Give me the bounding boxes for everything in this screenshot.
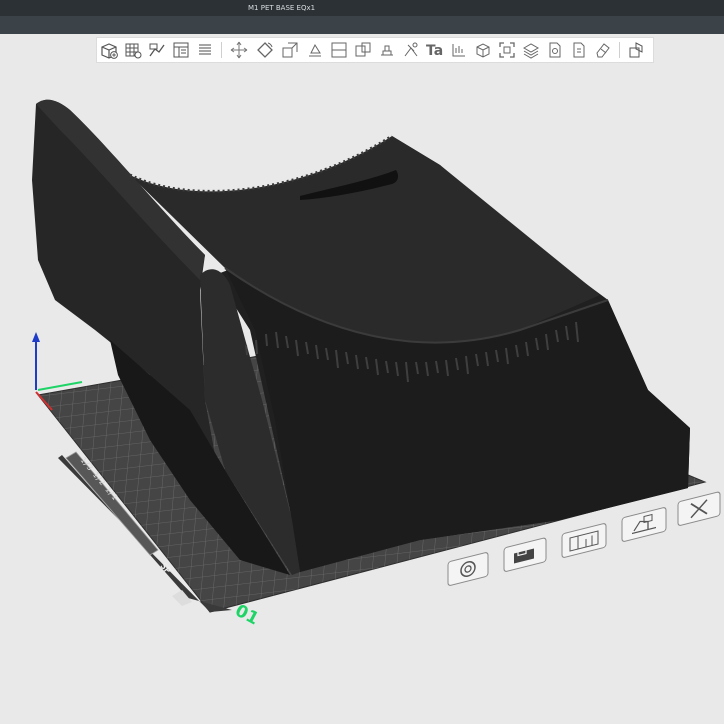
auto-orient-icon[interactable] [147,40,167,60]
text-icon[interactable]: Ta [425,40,445,60]
rotate-icon[interactable] [255,40,275,60]
fit-view-icon[interactable] [497,40,517,60]
toolbar-separator [619,42,620,58]
move-icon[interactable] [229,40,249,60]
arrange-plate-icon[interactable] [561,523,607,558]
export-icon[interactable] [569,40,589,60]
svg-text:Ta: Ta [426,43,443,59]
window-titlebar: M1 PET BASE EQx1 [0,0,724,16]
cube-view-icon[interactable] [473,40,493,60]
lock-plate-icon[interactable] [503,537,547,572]
plate-settings-icon[interactable] [447,552,489,586]
eraser-icon[interactable] [593,40,613,60]
tab-bar [0,16,724,34]
window-title: M1 PET BASE EQx1 [248,4,316,12]
measure-icon[interactable] [449,40,469,60]
orient-plate-icon[interactable] [621,507,667,542]
cut-icon[interactable] [353,40,373,60]
support-paint-icon[interactable] [377,40,397,60]
flatten-icon[interactable] [305,40,325,60]
list-icon[interactable] [195,40,215,60]
remove-plate-icon[interactable] [677,491,721,526]
add-object-icon[interactable] [99,40,119,60]
main-toolbar: Ta [96,37,654,63]
file-icon[interactable] [545,40,565,60]
z-axis-arrow-icon [32,332,40,342]
scale-icon[interactable] [280,40,300,60]
assemble-icon[interactable] [627,40,647,60]
split-icon[interactable] [329,40,349,60]
arrange-grid-icon[interactable] [123,40,143,60]
toolbar-separator [221,42,222,58]
seam-paint-icon[interactable] [401,40,421,60]
layout-panel-icon[interactable] [171,40,191,60]
3d-viewport[interactable]: 1/3 1/2 1/1 SP 01 [0,64,724,724]
layers-icon[interactable] [521,40,541,60]
